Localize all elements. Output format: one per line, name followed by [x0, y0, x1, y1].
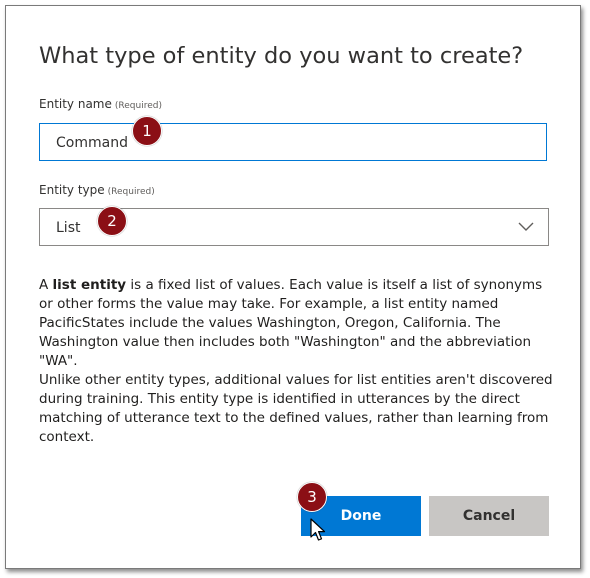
entity-type-label-text: Entity type	[39, 183, 105, 197]
entity-description: A list entity is a fixed list of values.…	[39, 276, 553, 447]
entity-name-input[interactable]: Command	[39, 123, 547, 161]
callout-badge-3: 3	[297, 482, 327, 512]
callout-badge-2: 2	[97, 206, 127, 236]
entity-name-label: Entity name (Required)	[39, 97, 162, 111]
entity-name-label-text: Entity name	[39, 97, 112, 111]
description-paragraph-1: A list entity is a fixed list of values.…	[39, 276, 553, 371]
cancel-button[interactable]: Cancel	[429, 496, 549, 536]
description-paragraph-2: Unlike other entity types, additional va…	[39, 372, 553, 445]
required-indicator: (Required)	[114, 101, 162, 111]
chevron-down-icon	[518, 222, 534, 231]
dialog-title: What type of entity do you want to creat…	[39, 43, 524, 69]
entity-name-value: Command	[56, 135, 128, 151]
mouse-pointer-icon	[310, 518, 326, 541]
entity-type-label: Entity type (Required)	[39, 183, 155, 197]
description-intro: A	[39, 277, 53, 293]
required-indicator: (Required)	[107, 187, 155, 197]
callout-badge-1: 1	[132, 116, 162, 146]
description-term: list entity	[52, 277, 127, 293]
entity-type-selected: List	[56, 220, 81, 236]
dialog: What type of entity do you want to creat…	[5, 5, 581, 569]
